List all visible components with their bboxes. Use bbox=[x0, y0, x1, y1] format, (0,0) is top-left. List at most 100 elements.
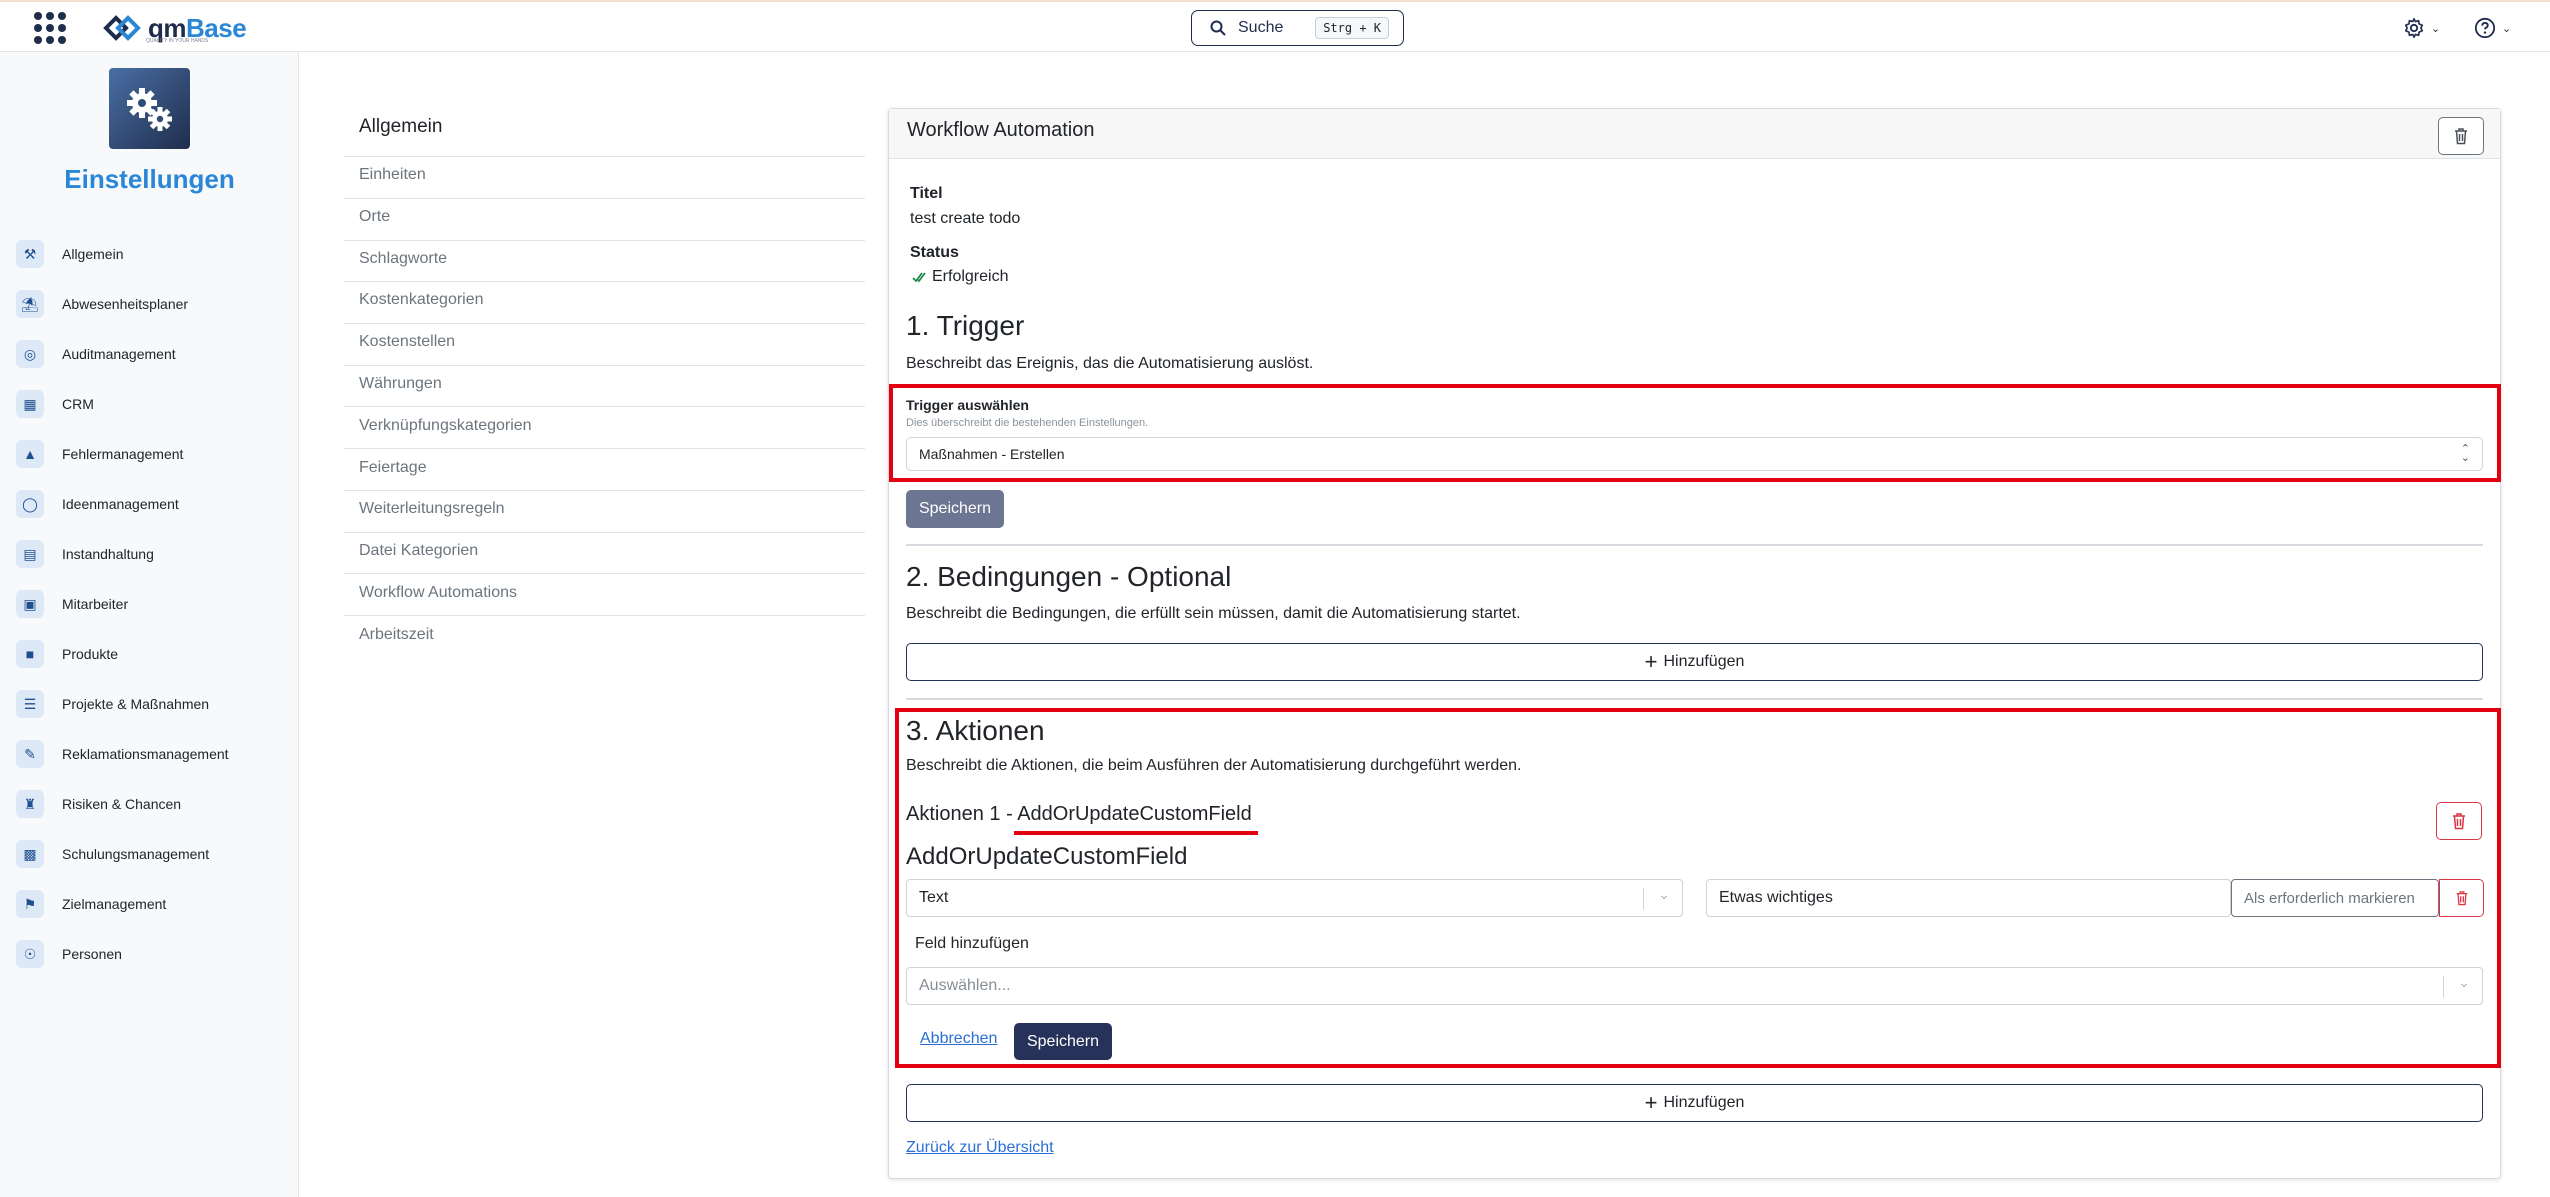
divider bbox=[344, 490, 865, 491]
field-type-select[interactable]: Text ⌄ bbox=[906, 879, 1683, 917]
trigger-description: Beschreibt das Ereignis, das die Automat… bbox=[906, 355, 1314, 372]
menu-item-kostenstellen[interactable]: Kostenstellen bbox=[359, 333, 455, 351]
gears-icon bbox=[126, 87, 172, 131]
divider bbox=[344, 615, 865, 616]
sidebar-item-label: Personen bbox=[62, 946, 122, 962]
titel-label: Titel bbox=[910, 185, 943, 202]
tools-icon: ⚒ bbox=[16, 240, 44, 268]
menu-item-verknuepfungskategorien[interactable]: Verknüpfungskategorien bbox=[359, 417, 532, 435]
sidebar-item-label: Abwesenheitsplaner bbox=[62, 296, 189, 312]
sidebar-item-label: CRM bbox=[62, 396, 94, 412]
sidebar-item-personen[interactable]: ☉ Personen bbox=[16, 939, 122, 969]
status-text: Erfolgreich bbox=[932, 268, 1009, 285]
sidebar: Einstellungen ⚒ Allgemein ⛱ Abwesenheitspl… bbox=[0, 52, 299, 1197]
sidebar-item-label: Projekte & Maßnahmen bbox=[62, 696, 210, 712]
delete-action-button[interactable] bbox=[2436, 802, 2482, 840]
settings-menu-button[interactable]: ⌄ bbox=[2403, 16, 2440, 40]
menu-item-kostenkategorien[interactable]: Kostenkategorien bbox=[359, 291, 484, 309]
sidebar-item-ideenmanagement[interactable]: ◯ Ideenmanagement bbox=[16, 489, 179, 519]
field-value-input[interactable]: Etwas wichtiges bbox=[1706, 879, 2231, 917]
trigger-select-value: Maßnahmen - Erstellen bbox=[919, 446, 1065, 462]
box-icon: ■ bbox=[16, 640, 44, 668]
trigger-select[interactable]: Maßnahmen - Erstellen ⌃ ⌄ bbox=[906, 437, 2483, 471]
cancel-link[interactable]: Abbrechen bbox=[920, 1030, 997, 1048]
actions-heading: 3. Aktionen bbox=[906, 715, 1045, 746]
menu-item-orte[interactable]: Orte bbox=[359, 208, 390, 226]
mark-required-label: Als erforderlich markieren bbox=[2244, 889, 2415, 907]
divider bbox=[906, 698, 2483, 700]
sidebar-item-label: Auditmanagement bbox=[62, 346, 176, 362]
list-icon: ☰ bbox=[16, 690, 44, 718]
add-field-select[interactable]: Auswählen... ⌄ bbox=[906, 967, 2483, 1005]
menu-item-workflow-automations[interactable]: Workflow Automations bbox=[359, 584, 517, 602]
double-check-icon bbox=[912, 272, 926, 283]
contacts-icon: ▦ bbox=[16, 390, 44, 418]
mark-required-button[interactable]: Als erforderlich markieren bbox=[2231, 879, 2439, 917]
logo[interactable]: qmBase QUALITY IN YOUR HANDS bbox=[102, 12, 247, 44]
menu-item-schlagworte[interactable]: Schlagworte bbox=[359, 250, 447, 268]
lightbulb-icon: ◯ bbox=[16, 490, 44, 518]
field-value: Etwas wichtiges bbox=[1719, 889, 1833, 906]
menu-item-weiterleitungsregeln[interactable]: Weiterleitungsregeln bbox=[359, 500, 505, 518]
titel-value: test create todo bbox=[910, 210, 1021, 227]
divider bbox=[344, 198, 865, 199]
action-subheading: AddOrUpdateCustomField bbox=[906, 843, 1188, 870]
trigger-heading: 1. Trigger bbox=[906, 310, 1025, 341]
sidebar-item-abwesenheitsplaner[interactable]: ⛱ Abwesenheitsplaner bbox=[16, 289, 188, 319]
app-launcher-icon[interactable] bbox=[34, 12, 66, 44]
sidebar-item-auditmanagement[interactable]: ◎ Auditmanagement bbox=[16, 339, 176, 369]
logo-tagline: QUALITY IN YOUR HANDS bbox=[146, 38, 209, 44]
plus-icon: + bbox=[1644, 1090, 1658, 1115]
delete-automation-button[interactable] bbox=[2438, 117, 2484, 155]
chevron-down-icon: ⌄ bbox=[2458, 974, 2470, 990]
divider bbox=[344, 532, 865, 533]
sidebar-item-reklamationsmanagement[interactable]: ✎ Reklamationsmanagement bbox=[16, 739, 229, 769]
maintenance-icon: ▤ bbox=[16, 540, 44, 568]
sidebar-item-instandhaltung[interactable]: ▤ Instandhaltung bbox=[16, 539, 154, 569]
select-arrows-icon: ⌃ ⌄ bbox=[2460, 443, 2470, 464]
sidebar-item-allgemein[interactable]: ⚒ Allgemein bbox=[16, 239, 123, 269]
qmbase-logo-icon bbox=[103, 15, 141, 41]
menu-item-waehrungen[interactable]: Währungen bbox=[359, 375, 442, 393]
help-menu-button[interactable]: ⌄ bbox=[2474, 16, 2511, 40]
conditions-add-button[interactable]: + Hinzufügen bbox=[906, 643, 2483, 681]
field-type-value: Text bbox=[919, 889, 949, 906]
sidebar-item-label: Produkte bbox=[62, 646, 119, 662]
conditions-description: Beschreibt die Bedingungen, die erfüllt … bbox=[906, 605, 1521, 622]
delete-field-button[interactable] bbox=[2439, 879, 2484, 917]
action-title: Aktionen 1 - AddOrUpdateCustomField bbox=[906, 803, 1252, 826]
action-save-button[interactable]: Speichern bbox=[1014, 1023, 1112, 1060]
divider bbox=[906, 544, 2483, 546]
warning-icon: ▲ bbox=[16, 440, 44, 468]
sidebar-item-produkte[interactable]: ■ Produkte bbox=[16, 639, 118, 669]
search-label: Suche bbox=[1238, 19, 1284, 36]
back-to-overview-link[interactable]: Zurück zur Übersicht bbox=[906, 1139, 1054, 1157]
actions-add-button[interactable]: + Hinzufügen bbox=[906, 1084, 2483, 1122]
id-card-icon: ▣ bbox=[16, 590, 44, 618]
sidebar-item-schulungsmanagement[interactable]: ▩ Schulungsmanagement bbox=[16, 839, 209, 869]
add-label: Hinzufügen bbox=[1663, 653, 1745, 670]
add-label: Hinzufügen bbox=[1663, 1094, 1745, 1111]
sidebar-item-fehlermanagement[interactable]: ▲ Fehlermanagement bbox=[16, 439, 183, 469]
sidebar-item-crm[interactable]: ▦ CRM bbox=[16, 389, 94, 419]
status-value: Erfolgreich bbox=[912, 268, 1008, 286]
menu-item-einheiten[interactable]: Einheiten bbox=[359, 166, 426, 184]
menu-item-datei-kategorien[interactable]: Datei Kategorien bbox=[359, 542, 478, 560]
menu-item-arbeitszeit[interactable]: Arbeitszeit bbox=[359, 626, 434, 644]
action-title-underline bbox=[1014, 831, 1258, 835]
trash-icon bbox=[2453, 813, 2465, 830]
sidebar-item-risiken[interactable]: ♜ Risiken & Chancen bbox=[16, 789, 181, 819]
sidebar-item-mitarbeiter[interactable]: ▣ Mitarbeiter bbox=[16, 589, 128, 619]
menu-item-feiertage[interactable]: Feiertage bbox=[359, 459, 427, 477]
divider bbox=[344, 240, 865, 241]
add-field-placeholder: Auswählen... bbox=[919, 977, 1011, 994]
search-button[interactable]: Suche Strg + K bbox=[1191, 10, 1404, 46]
trigger-save-button[interactable]: Speichern bbox=[906, 490, 1004, 528]
training-icon: ▩ bbox=[16, 840, 44, 868]
sidebar-item-label: Reklamationsmanagement bbox=[62, 746, 229, 762]
sidebar-item-zielmanagement[interactable]: ⚑ Zielmanagement bbox=[16, 889, 166, 919]
trash-icon bbox=[2456, 891, 2467, 906]
settings-app-icon bbox=[109, 68, 190, 149]
sidebar-item-projekte[interactable]: ☰ Projekte & Maßnahmen bbox=[16, 689, 209, 719]
help-icon bbox=[2474, 17, 2496, 39]
